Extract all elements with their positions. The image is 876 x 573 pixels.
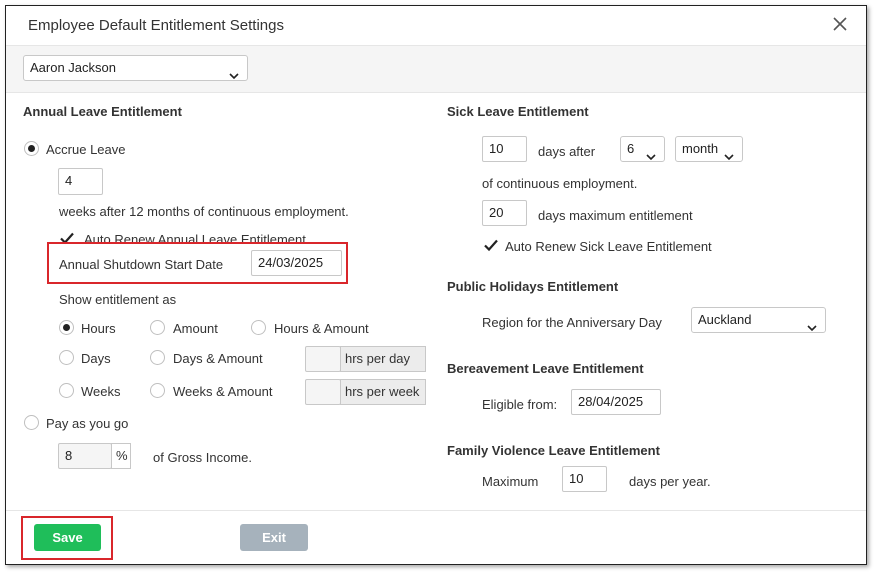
option-amount-label: Amount <box>173 321 218 336</box>
option-hours-amount-label: Hours & Amount <box>274 321 369 336</box>
sick-period-select[interactable]: 6 <box>620 136 665 162</box>
option-days-amount-label: Days & Amount <box>173 351 263 366</box>
hrs-per-week-input[interactable] <box>305 379 341 405</box>
sick-max-input[interactable]: 20 <box>482 200 527 226</box>
sick-period-value: 6 <box>627 141 635 156</box>
annual-leave-heading: Annual Leave Entitlement <box>23 104 182 119</box>
employee-select-value: Aaron Jackson <box>30 60 116 75</box>
days-per-year-text: days per year. <box>629 474 711 489</box>
employee-select[interactable]: Aaron Jackson <box>23 55 248 81</box>
option-weeks-amount-radio[interactable] <box>150 383 165 398</box>
eligible-from-label: Eligible from: <box>482 397 558 412</box>
family-violence-heading: Family Violence Leave Entitlement <box>447 443 660 458</box>
checkmark-icon[interactable] <box>483 238 498 253</box>
footer-divider <box>6 510 866 511</box>
chevron-down-icon <box>229 64 239 80</box>
option-hours-amount-radio[interactable] <box>251 320 266 335</box>
hrs-per-day-input[interactable] <box>305 346 341 372</box>
option-weeks-radio[interactable] <box>59 383 74 398</box>
percent-addon: % <box>111 443 131 469</box>
chevron-down-icon <box>807 316 817 332</box>
hrs-per-week-addon: hrs per week <box>340 379 426 405</box>
pay-as-you-go-radio[interactable] <box>24 415 39 430</box>
option-days-label: Days <box>81 351 111 366</box>
entitlement-settings-dialog: Employee Default Entitlement Settings Aa… <box>5 5 867 565</box>
chevron-down-icon <box>724 145 734 161</box>
option-hours-label: Hours <box>81 321 116 336</box>
shutdown-highlight <box>47 242 348 284</box>
weeks-input[interactable]: 4 <box>58 168 103 195</box>
payg-percent-input[interactable]: 8 <box>58 443 112 469</box>
maximum-label: Maximum <box>482 474 539 489</box>
option-weeks-amount-label: Weeks & Amount <box>173 384 273 399</box>
option-days-amount-radio[interactable] <box>150 350 165 365</box>
employee-toolbar: Aaron Jackson <box>6 45 866 93</box>
sick-unit-value: month <box>682 141 719 156</box>
continuous-employment-text: of continuous employment. <box>482 176 638 191</box>
days-after-text: days after <box>538 144 596 159</box>
accrue-leave-radio[interactable] <box>24 141 39 156</box>
weeks-text: weeks after 12 months of continuous empl… <box>59 204 349 219</box>
pay-as-you-go-label: Pay as you go <box>46 416 129 431</box>
save-highlight <box>21 516 113 560</box>
max-entitlement-text: days maximum entitlement <box>538 208 693 223</box>
option-days-radio[interactable] <box>59 350 74 365</box>
region-label: Region for the Anniversary Day <box>482 315 662 330</box>
hrs-per-day-addon: hrs per day <box>340 346 426 372</box>
show-entitlement-label: Show entitlement as <box>59 292 177 307</box>
option-weeks-label: Weeks <box>81 384 121 399</box>
sick-leave-heading: Sick Leave Entitlement <box>447 104 589 119</box>
exit-button[interactable]: Exit <box>240 524 308 551</box>
option-amount-radio[interactable] <box>150 320 165 335</box>
gross-income-text: of Gross Income. <box>153 450 252 465</box>
bereavement-heading: Bereavement Leave Entitlement <box>447 361 644 376</box>
eligible-from-input[interactable]: 28/04/2025 <box>571 389 661 415</box>
family-violence-max-input[interactable]: 10 <box>562 466 607 492</box>
dialog-title: Employee Default Entitlement Settings <box>28 17 284 34</box>
option-hours-radio[interactable] <box>59 320 74 335</box>
accrue-leave-label: Accrue Leave <box>46 142 126 157</box>
sick-auto-renew-label: Auto Renew Sick Leave Entitlement <box>505 239 712 254</box>
region-select[interactable]: Auckland <box>691 307 826 333</box>
public-holidays-heading: Public Holidays Entitlement <box>447 279 619 294</box>
sick-unit-select[interactable]: month <box>675 136 743 162</box>
region-value: Auckland <box>698 312 752 327</box>
close-icon[interactable] <box>832 16 848 32</box>
sick-days-input[interactable]: 10 <box>482 136 527 162</box>
chevron-down-icon <box>646 145 656 161</box>
